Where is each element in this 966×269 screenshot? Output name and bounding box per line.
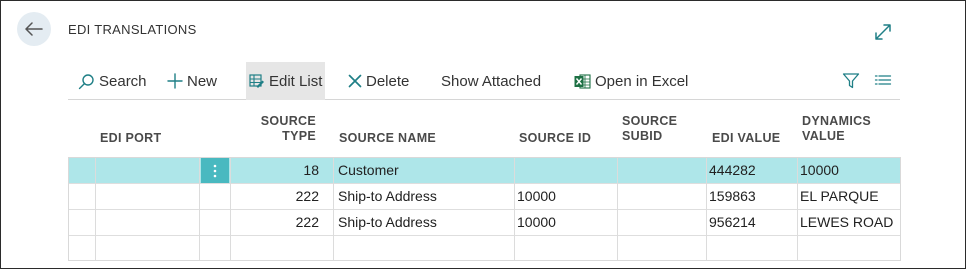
header-edi-port-text: EDI PORT	[100, 131, 162, 145]
cell-source-type[interactable]: 18	[231, 158, 319, 183]
page-title: EDI TRANSLATIONS	[68, 22, 197, 37]
table-row-empty[interactable]	[69, 236, 900, 262]
cell-edi-port[interactable]	[72, 184, 197, 209]
column-divider	[797, 158, 798, 260]
header-dynamics-value-line1: DYNAMICS	[802, 114, 872, 128]
header-edi-value-text: EDI VALUE	[712, 131, 781, 145]
table-row[interactable]: 18 Customer 444282 10000	[69, 158, 900, 184]
filter-icon[interactable]	[842, 72, 860, 90]
plus-icon	[167, 73, 183, 89]
cell-dynamics-value[interactable]: LEWES ROAD	[800, 210, 898, 235]
column-header-source-subid[interactable]: SOURCE SUBID	[622, 114, 677, 144]
list-view-icon[interactable]	[874, 72, 892, 90]
edit-list-label: Edit List	[269, 72, 323, 90]
cell-dynamics-value[interactable]: 10000	[800, 158, 898, 183]
header-source-name-text: SOURCE NAME	[339, 131, 437, 145]
column-divider	[706, 158, 707, 260]
column-divider	[230, 158, 231, 260]
column-header-source-type[interactable]: SOURCE TYPE	[241, 114, 316, 144]
column-header-source-name[interactable]: SOURCE NAME	[339, 131, 436, 146]
open-in-excel-button[interactable]: Open in Excel	[574, 62, 688, 100]
header-dynamics-value-line2: VALUE	[802, 129, 845, 143]
cell-edi-value[interactable]: 956214	[709, 210, 795, 235]
edit-list-button[interactable]: Edit List	[246, 62, 326, 100]
cell-source-name[interactable]: Ship-to Address	[338, 210, 508, 235]
table-row[interactable]: 222 Ship-to Address 10000 956214 LEWES R…	[69, 210, 900, 236]
back-arrow-icon	[25, 22, 43, 36]
header-source-type-line2: TYPE	[282, 129, 316, 143]
cell-dynamics-value[interactable]: EL PARQUE	[800, 184, 898, 209]
expand-icon[interactable]	[874, 23, 892, 41]
delete-label: Delete	[366, 72, 410, 90]
show-attached-button[interactable]: Show Attached	[441, 62, 541, 100]
cell-edi-value[interactable]: 444282	[709, 158, 795, 183]
action-bar: Search New Edit List Delete Show Attache…	[68, 62, 900, 100]
cell-source-id[interactable]	[517, 158, 613, 183]
cell-source-type[interactable]: 222	[231, 184, 319, 209]
cell-source-type[interactable]: 222	[231, 210, 319, 235]
delete-button[interactable]: Delete	[348, 62, 409, 100]
search-icon	[78, 73, 95, 90]
page-frame: EDI TRANSLATIONS Search New Edit List De…	[0, 0, 966, 269]
cell-source-name[interactable]: Customer	[338, 158, 508, 183]
header-source-subid-line2: SUBID	[622, 129, 663, 143]
cell-source-id[interactable]: 10000	[517, 184, 613, 209]
header-source-type-line1: SOURCE	[260, 114, 316, 128]
back-button[interactable]	[17, 12, 51, 46]
show-attached-label: Show Attached	[441, 72, 542, 90]
column-header-dynamics-value[interactable]: DYNAMICS VALUE	[802, 114, 871, 144]
cell-edi-value[interactable]: 159863	[709, 184, 795, 209]
cell-edi-port[interactable]	[72, 210, 197, 235]
delete-x-icon	[348, 74, 362, 88]
row-menu-dots-icon	[213, 164, 217, 177]
column-divider	[199, 158, 200, 260]
column-header-source-id[interactable]: SOURCE ID	[519, 131, 591, 146]
open-in-excel-label: Open in Excel	[595, 72, 689, 90]
cell-edi-port[interactable]	[72, 158, 197, 183]
column-divider	[95, 158, 96, 260]
row-menu-button[interactable]	[201, 158, 229, 183]
column-divider	[617, 158, 618, 260]
search-label: Search	[99, 72, 147, 90]
excel-icon	[574, 73, 591, 90]
column-header-edi-port[interactable]: EDI PORT	[100, 131, 161, 146]
cell-source-subid[interactable]	[620, 158, 706, 183]
new-button[interactable]: New	[167, 62, 217, 100]
table-row[interactable]: 222 Ship-to Address 10000 159863 EL PARQ…	[69, 184, 900, 210]
header-source-id-text: SOURCE ID	[519, 131, 592, 145]
translations-table: 18 Customer 444282 10000 222 Ship-to Add…	[68, 157, 901, 261]
column-header-edi-value[interactable]: EDI VALUE	[712, 131, 780, 146]
cell-source-id[interactable]: 10000	[517, 210, 613, 235]
column-divider	[514, 158, 515, 260]
header-source-subid-line1: SOURCE	[622, 114, 678, 128]
column-divider	[333, 158, 334, 260]
cell-source-name[interactable]: Ship-to Address	[338, 184, 508, 209]
cell-source-subid[interactable]	[620, 210, 706, 235]
search-button[interactable]: Search	[78, 62, 147, 100]
edit-list-icon	[249, 73, 265, 89]
cell-source-subid[interactable]	[620, 184, 706, 209]
new-label: New	[187, 72, 218, 90]
